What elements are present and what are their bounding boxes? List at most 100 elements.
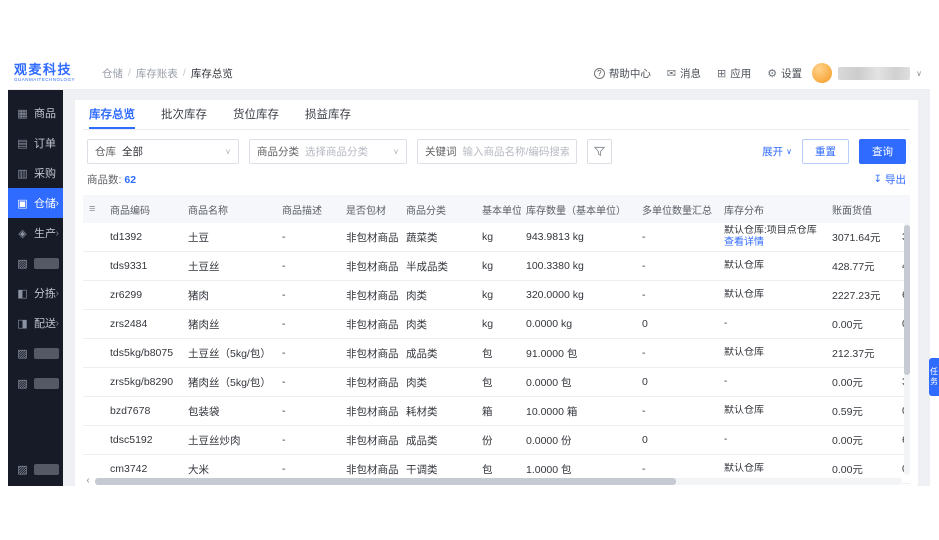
vertical-scrollbar[interactable] [904, 223, 910, 475]
tab-batch-stock[interactable]: 批次库存 [161, 100, 207, 129]
scroll-left-icon[interactable]: ‹ [83, 476, 93, 486]
cell-multi: - [642, 347, 646, 359]
cell-dist: 默认仓库 [719, 405, 827, 417]
cell-category: 肉类 [406, 318, 427, 331]
sidebar-item-sorting[interactable]: ◧ 分拣 › [8, 278, 63, 308]
cell-code: tds9331 [110, 260, 148, 272]
cell-desc: - [282, 347, 286, 359]
product-count-value: 62 [124, 173, 137, 186]
topbar-item-messages[interactable]: ✉ 消息 [667, 66, 701, 81]
cell-qty: 0.0000 包 [526, 376, 572, 389]
breadcrumb-item[interactable]: 仓储 [102, 66, 123, 81]
cell-multi: - [642, 405, 646, 417]
table-row: zrs5kg/b8290 猪肉丝（5kg/包） - 非包材商品 肉类包 0.0000 包0… [83, 368, 910, 397]
sidebar-item-label: 仓储 [34, 198, 56, 210]
tab-slot-stock[interactable]: 货位库存 [233, 100, 279, 129]
col-handle: ≡ [83, 203, 105, 215]
cell-multi: 0 [642, 434, 648, 446]
category-placeholder: 选择商品分类 [305, 146, 368, 158]
topbar-item-settings[interactable]: ⚙ 设置 [767, 66, 802, 81]
sidebar-item-delivery[interactable]: ◨ 配送 › [8, 308, 63, 338]
brand-logo: 观麦科技 GUANMAITECHNOLOGY [14, 63, 92, 83]
sorting-icon: ◧ [17, 287, 28, 300]
export-link[interactable]: ↧ 导出 [874, 172, 906, 187]
advanced-filter-button[interactable] [587, 139, 612, 164]
sidebar-item-redacted-3[interactable]: ▨ [8, 368, 63, 398]
expand-label: 展开 [762, 146, 784, 158]
sidebar-item-label: 采购 [34, 168, 56, 180]
cell-category: 半成品类 [406, 260, 448, 273]
keyword-input[interactable] [462, 145, 569, 158]
cell-dist: 默认仓库 [719, 260, 827, 272]
cell-qty: 0.0000 kg [526, 318, 573, 330]
cell-value: 0.00元 [832, 376, 863, 389]
col-unit: 基本单位 [482, 205, 521, 217]
stats-bar: 商品数: 62 ↧ 导出 [83, 171, 910, 195]
horizontal-scrollbar-track[interactable] [95, 477, 902, 485]
cell-value: 212.37元 [832, 347, 875, 360]
stock-distribution-text: 默认仓库 [724, 463, 764, 474]
sidebar-item-redacted-2[interactable]: ▨ [8, 338, 63, 368]
sidebar-item-goods[interactable]: ▦ 商品 [8, 98, 63, 128]
cell-code: tdsc5192 [110, 434, 153, 446]
product-count-label: 商品数: [87, 174, 122, 186]
category-select[interactable]: 商品分类 选择商品分类 ∨ [249, 139, 407, 164]
cell-name: 大米 [188, 463, 209, 476]
purchase-icon: ▥ [17, 167, 28, 180]
warehouse-select[interactable]: 仓库 全部 ∨ [87, 139, 239, 164]
topbar-item-apps[interactable]: ⊞ 应用 [717, 66, 751, 81]
table-row: tds9331 土豆丝 - 非包材商品 半成品类 kg 100.3380 kg - 默认仓库 42… [83, 252, 910, 281]
message-icon: ✉ [666, 67, 677, 80]
cell-unit: 份 [482, 434, 493, 447]
cell-category: 耗材类 [406, 405, 438, 418]
orders-icon: ▤ [17, 137, 28, 150]
expand-filters-link[interactable]: 展开 ∨ [762, 144, 792, 159]
sidebar-item-warehouse[interactable]: ▣ 仓储 › [8, 188, 63, 218]
sidebar-item-production[interactable]: ◈ 生产 › [8, 218, 63, 248]
col-code: 商品编码 [110, 205, 150, 217]
topbar-item-help-center[interactable]: ? 帮助中心 [593, 66, 651, 81]
avatar [812, 63, 833, 83]
table-header-row: ≡ 商品编码 商品名称 商品描述 是否包材 商品分类 基本单位 库存数量（基本单位） 多单位数量… [83, 195, 910, 223]
topbar-actions: ? 帮助中心 ✉ 消息 ⊞ 应用 ⚙ 设置 [593, 66, 802, 81]
breadcrumb-item[interactable]: 库存账表 [136, 66, 178, 81]
view-detail-link[interactable]: 查看详情 [724, 237, 822, 249]
redacted-icon: ▨ [17, 347, 28, 360]
cell-dist: - [719, 434, 827, 446]
sidebar-item-redacted-1[interactable]: ▨ [8, 248, 63, 278]
cell-pack: 非包材商品 [346, 289, 399, 302]
horizontal-scrollbar[interactable]: ‹ [83, 476, 902, 486]
brand-tagline: GUANMAITECHNOLOGY [14, 77, 76, 83]
sidebar: ▦ 商品 ▤ 订单 ▥ 采购 ▣ 仓储 › ◈ 生产 › ▨ ◧ 分拣 › ◨ 配送 › ▨ ▨ ▨ [8, 90, 63, 486]
cell-qty: 91.0000 包 [526, 347, 578, 360]
reset-button[interactable]: 重置 [802, 139, 849, 164]
query-button[interactable]: 查询 [859, 139, 906, 164]
tab-bar: 库存总览 批次库存 货位库存 损益库存 [83, 100, 910, 130]
keyword-field[interactable]: 关键词 [417, 139, 577, 164]
cell-qty: 320.0000 kg [526, 289, 584, 301]
apps-grid-icon: ⊞ [717, 67, 727, 80]
cell-category: 肉类 [406, 289, 427, 302]
table-row: tds5kg/b8075 土豆丝（5kg/包） - 非包材商品 成品类包 91.0000 … [83, 339, 910, 368]
cell-dist: 默认仓库 [719, 289, 827, 301]
sidebar-item-orders[interactable]: ▤ 订单 [8, 128, 63, 158]
table-row: td1392 土豆 - 非包材商品 蔬菜类 kg 943.9813 kg - 默认仓库:项目点仓… [83, 223, 910, 252]
task-panel-toggle[interactable]: 任务 [929, 358, 939, 396]
table-row: zrs2484猪肉丝-非包材商品肉类kg0.0000 kg0-0.00元0 [83, 310, 910, 339]
column-settings-icon[interactable]: ≡ [89, 203, 95, 215]
chevron-down-icon: ∨ [786, 147, 792, 156]
user-menu[interactable]: ∨ [812, 63, 922, 83]
topbar-item-label: 消息 [680, 67, 702, 80]
sidebar-item-purchase[interactable]: ▥ 采购 [8, 158, 63, 188]
horizontal-scrollbar-thumb[interactable] [95, 477, 677, 485]
cell-value: 3071.64元 [832, 231, 881, 244]
inventory-table: ≡ 商品编码 商品名称 商品描述 是否包材 商品分类 基本单位 库存数量（基本单位） 多单位数量… [83, 195, 910, 486]
tab-profit-loss-stock[interactable]: 损益库存 [305, 100, 351, 129]
sidebar-item-redacted-4[interactable]: ▨ [8, 454, 63, 484]
cell-pack: 非包材商品 [346, 434, 399, 447]
tab-stock-overview[interactable]: 库存总览 [89, 100, 135, 129]
cell-desc: - [282, 434, 286, 446]
cell-code: tds5kg/b8075 [110, 347, 174, 359]
cell-name: 土豆丝 [188, 260, 220, 273]
vertical-scrollbar-thumb[interactable] [904, 225, 910, 375]
